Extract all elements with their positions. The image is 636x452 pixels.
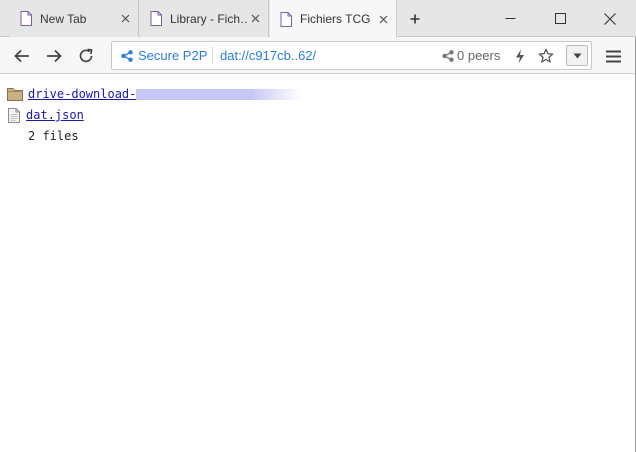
close-icon	[604, 12, 616, 25]
page-content: drive-download- dat.json 2 files	[0, 74, 636, 452]
tab-library[interactable]: Library - Fich…	[140, 0, 269, 37]
secure-p2p-indicator[interactable]: Secure P2P	[121, 42, 207, 69]
file-icon	[8, 107, 20, 123]
list-item: drive-download-	[7, 85, 302, 103]
arrow-right-icon	[47, 49, 62, 63]
back-button[interactable]	[10, 44, 34, 68]
reload-button[interactable]	[74, 44, 98, 68]
file-name: drive-download-	[28, 87, 137, 101]
folder-icon	[7, 88, 23, 101]
url-scheme: dat://	[220, 48, 249, 63]
star-icon	[538, 48, 554, 63]
file-link[interactable]: dat.json	[26, 108, 84, 122]
url-text[interactable]: dat://c917cb..62/	[220, 42, 316, 69]
share-icon	[442, 49, 454, 62]
share-icon	[121, 49, 133, 62]
close-window-button[interactable]	[587, 0, 633, 37]
minimize-icon	[505, 18, 515, 19]
arrow-left-icon	[14, 49, 29, 63]
menu-button[interactable]	[601, 44, 625, 68]
page-icon	[280, 11, 292, 27]
address-bar[interactable]: Secure P2P dat://c917cb..62/ 0 peers	[111, 41, 592, 70]
close-icon[interactable]	[248, 12, 262, 26]
hamburger-icon	[605, 50, 621, 62]
redacted-text	[136, 89, 302, 100]
minimize-button[interactable]	[487, 0, 533, 37]
toolbar: Secure P2P dat://c917cb..62/ 0 peers	[0, 37, 636, 74]
tab-fichiers-tcg[interactable]: Fichiers TCG	[270, 0, 397, 38]
page-icon	[150, 11, 162, 26]
lightning-button[interactable]	[511, 47, 529, 65]
close-icon[interactable]	[118, 12, 132, 26]
maximize-button[interactable]	[537, 0, 583, 37]
peers-indicator[interactable]: 0 peers	[442, 42, 500, 69]
list-item: dat.json	[7, 106, 84, 124]
site-menu-dropdown[interactable]	[566, 45, 588, 66]
caret-down-icon	[573, 53, 581, 58]
divider	[212, 47, 213, 64]
page-icon	[20, 11, 32, 26]
tab-title: Fichiers TCG	[300, 12, 371, 26]
url-host: c917cb..62/	[248, 48, 317, 63]
lightning-icon	[516, 49, 524, 63]
peers-count: 0 peers	[457, 48, 501, 63]
security-label: Secure P2P	[138, 48, 208, 63]
file-link[interactable]: drive-download-	[28, 87, 302, 101]
forward-button[interactable]	[42, 44, 66, 68]
tab-strip: New Tab Library - Fich… Fichiers TCG	[0, 0, 636, 38]
maximize-icon	[554, 13, 566, 24]
tab-new-tab[interactable]: New Tab	[10, 0, 139, 37]
close-icon[interactable]	[376, 12, 390, 26]
new-tab-button[interactable]	[404, 9, 426, 29]
tab-title: Library - Fich…	[170, 11, 248, 26]
file-count: 2 files	[28, 129, 79, 143]
plus-icon	[410, 14, 420, 24]
tab-title: New Tab	[40, 11, 87, 26]
bookmark-button[interactable]	[537, 47, 555, 65]
reload-icon	[79, 48, 93, 63]
